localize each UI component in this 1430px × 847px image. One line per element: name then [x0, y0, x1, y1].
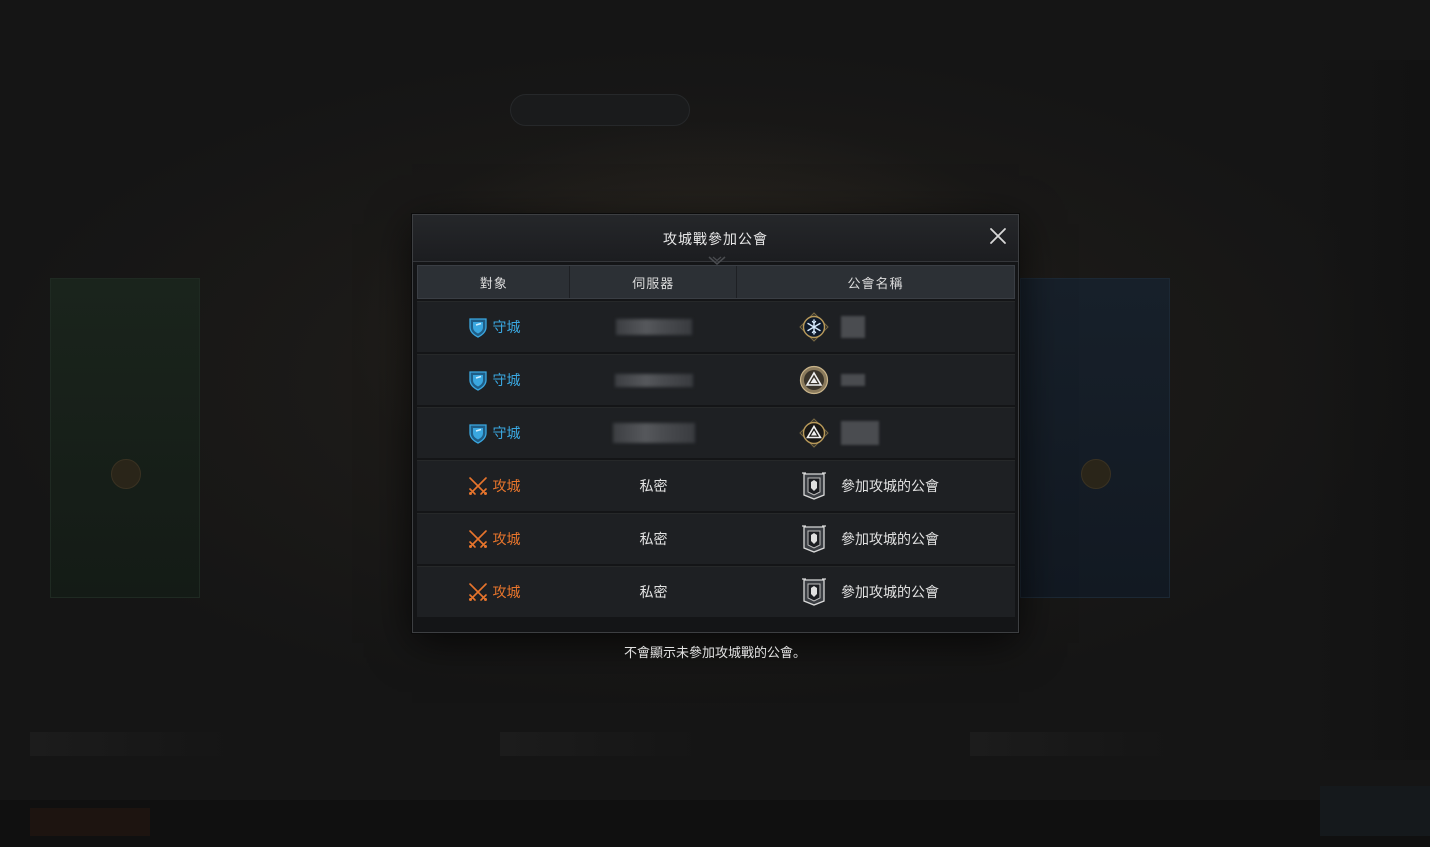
table-row: 攻城 私密 參加攻城的公會	[417, 513, 1015, 564]
banner-emblem-icon	[802, 525, 826, 553]
crossed-swords-icon	[468, 530, 487, 548]
column-header-server: 伺服器	[570, 266, 737, 298]
background-top-pill	[510, 94, 690, 126]
server-cell: 私密	[570, 461, 737, 511]
target-cell: 守城	[417, 355, 570, 405]
column-header-guild-name: 公會名稱	[847, 276, 904, 292]
table-row: 守城	[417, 407, 1015, 458]
background-bottom-bar	[0, 800, 1430, 847]
server-cell	[570, 408, 737, 458]
background-banner-left	[50, 278, 200, 598]
snowflake-emblem-icon	[799, 312, 829, 342]
target-cell: 攻城	[417, 514, 570, 564]
guild-table: 對象 伺服器 公會名稱 守城 守城 守城 攻城 私密 參加攻城的公會 攻城 私密…	[417, 265, 1015, 617]
shield-icon	[468, 424, 487, 444]
target-label: 守城	[492, 320, 521, 336]
background-stat-row	[30, 732, 230, 756]
target-label: 攻城	[492, 479, 521, 495]
footnote-text: 不會顯示未參加攻城戰的公會。	[623, 646, 806, 661]
column-header-target: 對象	[418, 266, 571, 298]
guild-cell: 參加攻城的公會	[737, 461, 1015, 511]
server-name: 私密	[639, 532, 668, 548]
crossed-swords-icon	[468, 477, 487, 495]
table-row: 攻城 私密 參加攻城的公會	[417, 460, 1015, 511]
table-row: 守城	[417, 354, 1015, 405]
target-label: 攻城	[492, 532, 521, 548]
triangle-emblem-icon	[799, 418, 829, 448]
target-cell: 攻城	[417, 461, 570, 511]
table-header-row: 對象 伺服器 公會名稱	[417, 265, 1015, 299]
background-stat-row	[500, 732, 700, 756]
server-cell	[570, 302, 737, 352]
shield-icon	[468, 318, 487, 338]
dialog-header: 攻城戰參加公會	[413, 215, 1018, 265]
guild-cell	[737, 408, 1015, 458]
server-name: 私密	[639, 585, 668, 601]
background-banner-emblem	[1081, 459, 1111, 489]
triangle-emblem-icon	[799, 365, 829, 395]
server-name-redacted	[612, 423, 695, 443]
table-row: 守城	[417, 301, 1015, 352]
server-cell: 私密	[570, 567, 737, 617]
server-name-redacted	[615, 319, 692, 335]
server-cell: 私密	[570, 514, 737, 564]
guild-cell: 參加攻城的公會	[737, 567, 1015, 617]
close-icon[interactable]	[988, 226, 1008, 246]
siege-guilds-dialog: 攻城戰參加公會 對象 伺服器 公會名稱 守城 守城 守城 攻城 私密 參加攻城的…	[412, 214, 1019, 633]
banner-emblem-icon	[802, 472, 826, 500]
target-cell: 守城	[417, 408, 570, 458]
dialog-title: 攻城戰參加公會	[663, 232, 768, 248]
background-banner-emblem	[111, 459, 141, 489]
target-label: 攻城	[492, 585, 521, 601]
background-banner-right	[1020, 278, 1170, 598]
guild-name-redacted	[841, 421, 879, 445]
guild-cell	[737, 355, 1015, 405]
target-cell: 攻城	[417, 567, 570, 617]
background-bottom-button	[30, 808, 150, 836]
guild-name-redacted	[841, 374, 865, 386]
target-label: 守城	[492, 426, 521, 442]
background-bottom-right-button	[1320, 786, 1430, 836]
guild-name: 參加攻城的公會	[841, 532, 939, 548]
table-row: 攻城 私密 參加攻城的公會	[417, 566, 1015, 617]
crossed-swords-icon	[468, 583, 487, 601]
guild-name: 參加攻城的公會	[841, 585, 939, 601]
guild-cell	[737, 302, 1015, 352]
target-label: 守城	[492, 373, 521, 389]
background-stat-row	[970, 732, 1170, 756]
banner-emblem-icon	[802, 578, 826, 606]
server-cell	[570, 355, 737, 405]
server-name-redacted	[614, 373, 693, 387]
server-name: 私密	[639, 479, 668, 495]
guild-name-redacted	[841, 316, 865, 338]
guild-cell: 參加攻城的公會	[737, 514, 1015, 564]
shield-icon	[468, 371, 487, 391]
guild-name: 參加攻城的公會	[841, 479, 939, 495]
target-cell: 守城	[417, 302, 570, 352]
